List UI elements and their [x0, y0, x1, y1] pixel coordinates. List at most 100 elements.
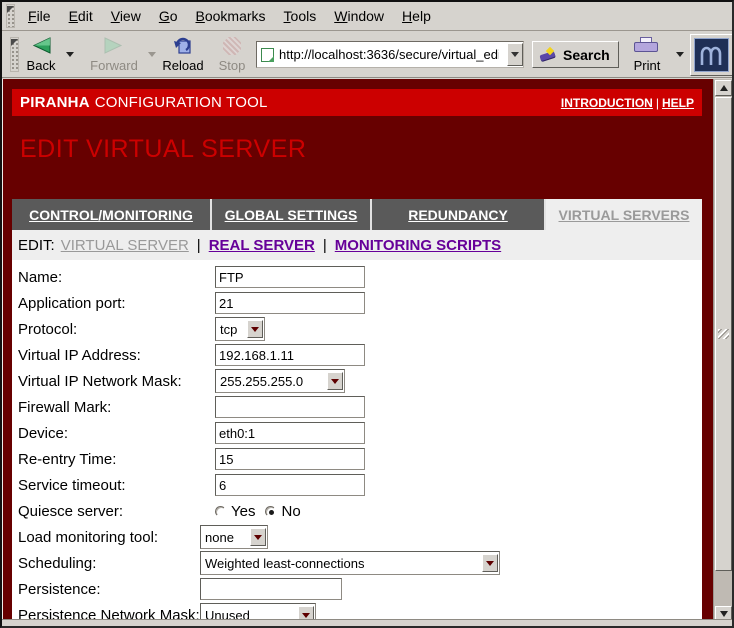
menu-tools[interactable]: Tools [275, 6, 326, 26]
edit-subnav: EDIT: VIRTUAL SERVER | REAL SERVER | MON… [12, 230, 702, 260]
scroll-up-button[interactable] [715, 80, 732, 96]
search-button[interactable]: Search [532, 41, 619, 68]
chevron-down-icon [511, 52, 519, 57]
tab-control-monitoring[interactable]: CONTROL/MONITORING [12, 199, 210, 230]
subnav-virtual-server-current: VIRTUAL SERVER [61, 237, 189, 254]
vertical-scrollbar[interactable] [713, 79, 733, 624]
mozilla-logo-button[interactable] [690, 34, 733, 76]
back-icon [30, 37, 52, 54]
form-row-virtual-ip-mask: Virtual IP Network Mask: 255.255.255.0 [12, 368, 702, 394]
menu-file[interactable]: File [19, 6, 60, 26]
virtual-ip-input[interactable] [215, 344, 365, 366]
subnav-monitoring-scripts-link[interactable]: MONITORING SCRIPTS [335, 237, 501, 254]
form-row-virtual-ip: Virtual IP Address: [12, 342, 702, 368]
field-label: Quiesce server: [12, 503, 123, 520]
form-row-persistence: Persistence: [12, 576, 702, 602]
navigation-toolbar: Back Forward Reload Stop http://localhos… [2, 32, 732, 78]
print-icon [634, 37, 660, 54]
virtual-server-form: Name: Application port: Protocol: tcp Vi… [12, 260, 702, 624]
select-arrow-icon [247, 320, 263, 338]
piranha-banner: PIRANHA CONFIGURATION TOOL INTRODUCTION|… [12, 89, 702, 116]
subnav-real-server-link[interactable]: REAL SERVER [209, 237, 315, 254]
quiesce-yes-radio[interactable] [215, 506, 226, 517]
reload-button[interactable]: Reload [160, 34, 206, 76]
search-icon [538, 48, 558, 62]
print-dropdown-icon[interactable] [676, 52, 684, 57]
forward-dropdown-icon[interactable] [148, 52, 156, 57]
menu-edit[interactable]: Edit [60, 6, 102, 26]
firewall-mark-input[interactable] [215, 396, 365, 418]
persistence-input[interactable] [200, 578, 342, 600]
status-bar [2, 619, 732, 626]
name-input[interactable] [215, 266, 365, 288]
menu-window[interactable]: Window [325, 6, 393, 26]
menubar-grippy[interactable] [6, 4, 15, 28]
field-label: Protocol: [12, 321, 77, 338]
introduction-link[interactable]: INTRODUCTION [561, 96, 653, 110]
url-input[interactable]: http://localhost:3636/secure/virtual_edi… [256, 41, 524, 68]
form-row-name: Name: [12, 264, 702, 290]
form-row-quiesce-server: Quiesce server: Yes No [12, 498, 702, 524]
quiesce-yes-label: Yes [231, 503, 255, 520]
form-row-service-timeout: Service timeout: [12, 472, 702, 498]
form-row-scheduling: Scheduling: Weighted least-connections [12, 550, 702, 576]
field-label: Persistence: [12, 581, 101, 598]
field-label: Application port: [12, 295, 126, 312]
scrollbar-down-icon [720, 611, 728, 617]
load-monitoring-select[interactable]: none [200, 525, 268, 549]
application-port-input[interactable] [215, 292, 365, 314]
forward-button[interactable]: Forward [86, 34, 142, 76]
form-row-load-monitoring: Load monitoring tool: none [12, 524, 702, 550]
device-input[interactable] [215, 422, 365, 444]
mozilla-logo-icon [694, 38, 729, 72]
url-text[interactable]: http://localhost:3636/secure/virtual_edi… [279, 47, 499, 62]
menu-bookmarks[interactable]: Bookmarks [187, 6, 275, 26]
tab-redundancy[interactable]: REDUNDANCY [372, 199, 544, 230]
stop-button[interactable]: Stop [212, 34, 252, 76]
protocol-select[interactable]: tcp [215, 317, 265, 341]
field-label: Firewall Mark: [12, 399, 111, 416]
back-dropdown-icon[interactable] [66, 52, 74, 57]
tab-global-settings[interactable]: GLOBAL SETTINGS [212, 199, 370, 230]
field-label: Name: [12, 269, 62, 286]
tab-virtual-servers[interactable]: VIRTUAL SERVERS [546, 199, 702, 230]
field-label: Virtual IP Address: [12, 347, 141, 364]
scrollbar-grip-icon [718, 329, 729, 339]
field-label: Virtual IP Network Mask: [12, 373, 182, 390]
back-button[interactable]: Back [18, 34, 64, 76]
tab-bar: CONTROL/MONITORING GLOBAL SETTINGS REDUN… [12, 199, 702, 230]
service-timeout-input[interactable] [215, 474, 365, 496]
menu-bar: File Edit View Go Bookmarks Tools Window… [2, 2, 732, 31]
quiesce-no-radio[interactable] [265, 506, 276, 517]
select-arrow-icon [250, 528, 266, 546]
field-label: Service timeout: [12, 477, 126, 494]
menu-view[interactable]: View [102, 6, 150, 26]
menu-go[interactable]: Go [150, 6, 187, 26]
banner-brand: PIRANHA [20, 94, 90, 111]
help-link[interactable]: HELP [662, 96, 694, 110]
field-label: Re-entry Time: [12, 451, 116, 468]
reentry-time-input[interactable] [215, 448, 365, 470]
select-arrow-icon [327, 372, 343, 390]
virtual-ip-mask-select[interactable]: 255.255.255.0 [215, 369, 345, 393]
scrollbar-up-icon [720, 85, 728, 91]
page-title: EDIT VIRTUAL SERVER [20, 135, 306, 164]
form-row-protocol: Protocol: tcp [12, 316, 702, 342]
field-label: Scheduling: [12, 555, 96, 572]
reload-icon [173, 37, 193, 55]
scrollbar-thumb[interactable] [715, 97, 732, 571]
url-page-icon [261, 48, 274, 62]
forward-icon [103, 37, 125, 54]
select-arrow-icon [482, 554, 498, 572]
browser-window: File Edit View Go Bookmarks Tools Window… [0, 0, 734, 628]
form-row-application-port: Application port: [12, 290, 702, 316]
menu-file-label: F [28, 8, 37, 24]
scheduling-select[interactable]: Weighted least-connections [200, 551, 500, 575]
menu-help[interactable]: Help [393, 6, 440, 26]
print-button[interactable]: Print [624, 34, 670, 76]
field-label: Device: [12, 425, 68, 442]
browser-viewport: PIRANHA CONFIGURATION TOOL INTRODUCTION|… [2, 79, 713, 624]
subnav-prefix: EDIT: [18, 237, 55, 254]
stop-icon [223, 37, 241, 55]
url-history-dropdown-button[interactable] [507, 43, 523, 66]
